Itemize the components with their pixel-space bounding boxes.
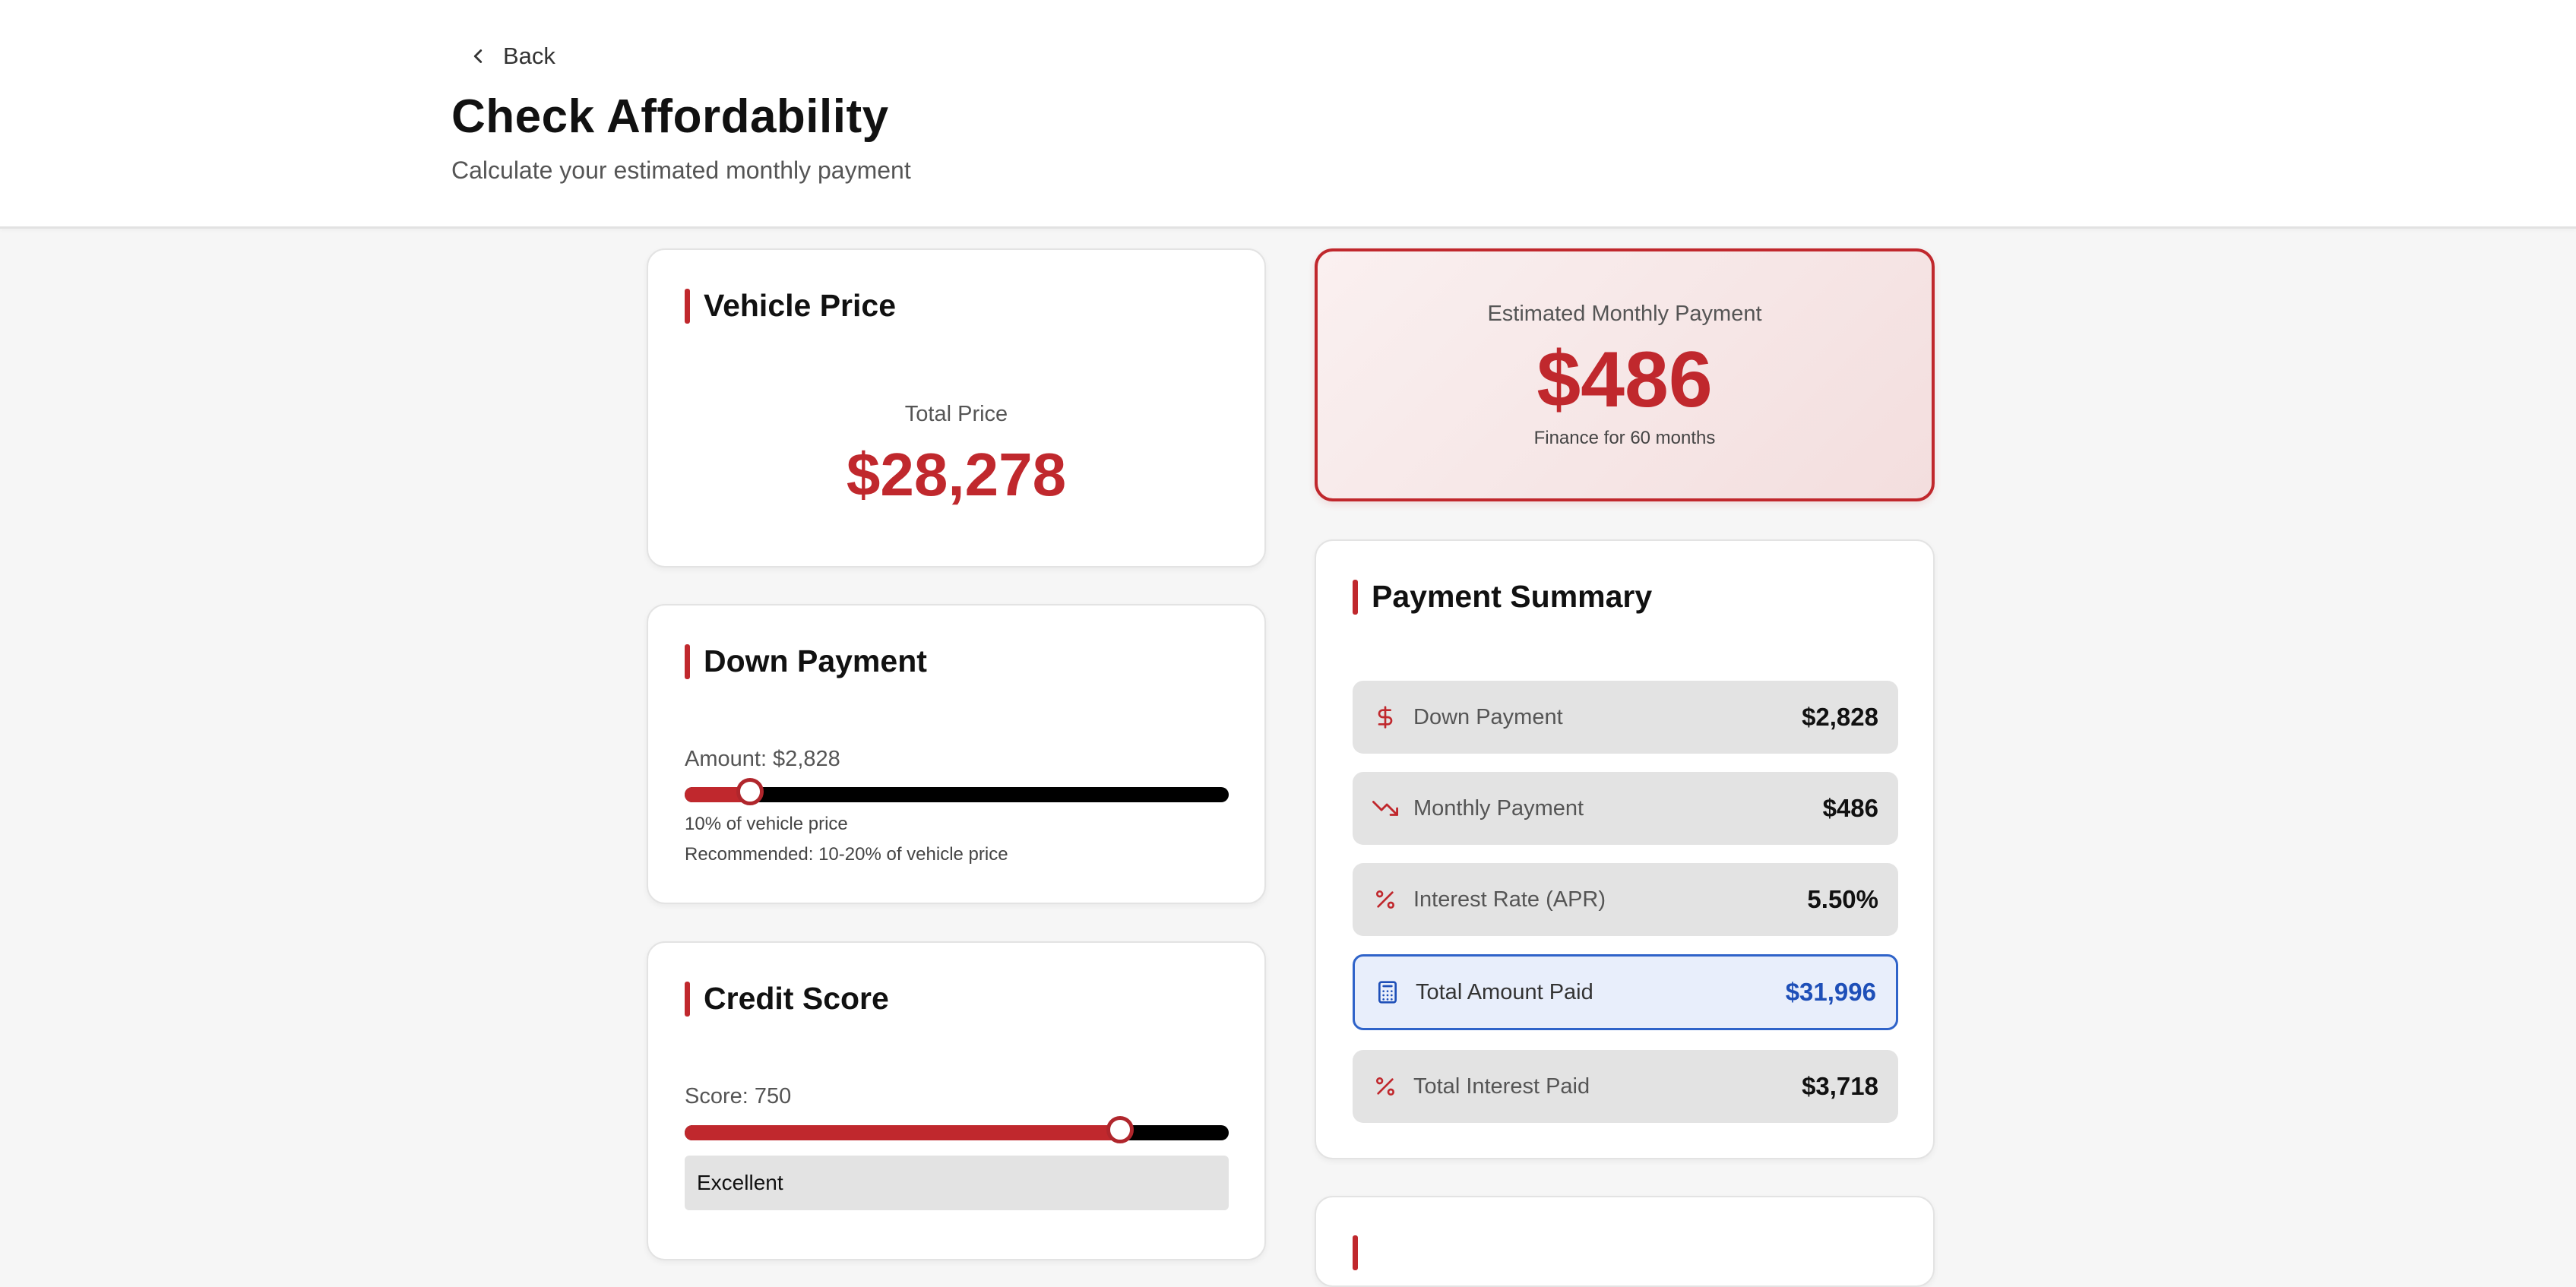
- down-payment-slider[interactable]: [685, 778, 1229, 805]
- down-payment-slider-thumb[interactable]: [736, 778, 764, 805]
- summary-value: 5.50%: [1807, 885, 1878, 913]
- credit-score-slider-fill: [685, 1125, 1120, 1140]
- trending-down-icon: [1372, 795, 1398, 821]
- payment-summary-title: Payment Summary: [1372, 579, 1653, 614]
- page-title: Check Affordability: [451, 90, 889, 143]
- summary-value: $3,718: [1802, 1072, 1878, 1100]
- page-subtitle: Calculate your estimated monthly payment: [451, 157, 911, 184]
- page-header: Back Check Affordability Calculate your …: [0, 0, 2576, 229]
- credit-score-title: Credit Score: [704, 981, 889, 1016]
- back-button[interactable]: Back: [467, 41, 555, 71]
- credit-score-heading: Credit Score: [685, 981, 889, 1017]
- down-payment-card: Down Payment Amount: $2,828 10% of vehic…: [647, 604, 1266, 904]
- summary-label: Monthly Payment: [1413, 795, 1584, 821]
- percent-icon: [1372, 887, 1398, 912]
- accent-bar: [1353, 1235, 1358, 1270]
- summary-label: Total Amount Paid: [1416, 979, 1593, 1004]
- back-label: Back: [503, 43, 555, 69]
- payment-summary-card: Payment Summary Down Payment $2,828 Mont…: [1315, 539, 1935, 1159]
- estimated-payment-value: $486: [1536, 336, 1713, 424]
- chevron-left-icon: [473, 49, 483, 63]
- down-payment-recommendation: Recommended: 10-20% of vehicle price: [685, 844, 1008, 865]
- estimated-payment-card: Estimated Monthly Payment $486 Finance f…: [1315, 248, 1935, 501]
- credit-rating-text: Excellent: [697, 1171, 783, 1194]
- payment-summary-heading: Payment Summary: [1353, 579, 1652, 615]
- credit-score-slider-thumb[interactable]: [1106, 1116, 1134, 1143]
- dollar-icon: [1372, 704, 1398, 730]
- percent-icon: [1372, 1074, 1398, 1099]
- accent-bar: [685, 288, 690, 324]
- next-card: [1315, 1196, 1935, 1287]
- summary-label: Interest Rate (APR): [1413, 887, 1606, 912]
- down-payment-heading: Down Payment: [685, 644, 927, 679]
- down-payment-amount-label: Amount: $2,828: [685, 747, 840, 771]
- credit-score-slider[interactable]: [685, 1116, 1229, 1143]
- credit-rating-badge: Excellent: [685, 1156, 1229, 1210]
- vehicle-price-card: Vehicle Price Total Price $28,278: [647, 248, 1266, 568]
- calculator-icon: [1375, 979, 1400, 1005]
- credit-score-label: Score: 750: [685, 1084, 792, 1108]
- vehicle-price-title: Vehicle Price: [704, 288, 897, 323]
- summary-value: $486: [1822, 794, 1878, 822]
- summary-row-interest-rate: Interest Rate (APR) 5.50%: [1353, 863, 1898, 936]
- finance-term-note: Finance for 60 months: [1533, 428, 1716, 448]
- summary-label: Down Payment: [1413, 704, 1563, 729]
- estimated-payment-label: Estimated Monthly Payment: [1487, 302, 1762, 326]
- accent-bar: [685, 644, 690, 679]
- summary-row-total-interest: Total Interest Paid $3,718: [1353, 1050, 1898, 1123]
- down-payment-percent-note: 10% of vehicle price: [685, 814, 848, 834]
- summary-value: $2,828: [1802, 703, 1878, 731]
- summary-row-total-amount: Total Amount Paid $31,996: [1353, 954, 1898, 1030]
- down-payment-title: Down Payment: [704, 644, 927, 678]
- total-price-label: Total Price: [904, 402, 1008, 426]
- summary-row-down-payment: Down Payment $2,828: [1353, 681, 1898, 754]
- accent-bar: [685, 981, 690, 1017]
- summary-label: Total Interest Paid: [1413, 1074, 1590, 1099]
- summary-value: $31,996: [1785, 978, 1876, 1006]
- summary-row-monthly-payment: Monthly Payment $486: [1353, 772, 1898, 845]
- credit-score-card: Credit Score Score: 750 Excellent: [647, 941, 1266, 1260]
- accent-bar: [1353, 579, 1358, 615]
- vehicle-price-heading: Vehicle Price: [685, 288, 896, 324]
- total-price-value: $28,278: [846, 441, 1067, 508]
